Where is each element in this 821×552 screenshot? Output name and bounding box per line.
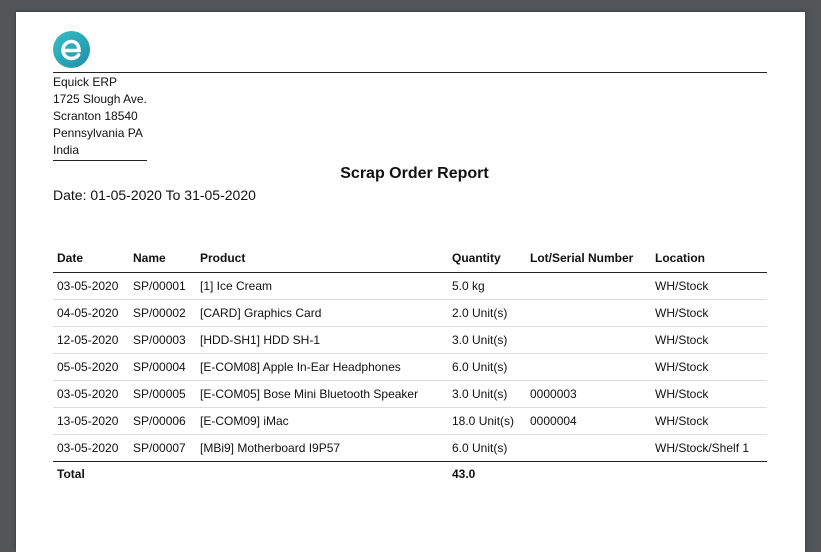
report-title: Scrap Order Report	[340, 165, 489, 182]
cell-name: SP/00002	[129, 299, 196, 327]
cell-quantity: 18.0 Unit(s)	[448, 407, 526, 435]
cell-lot	[526, 353, 651, 381]
cell-empty	[526, 462, 651, 487]
cell-date: 13-05-2020	[53, 407, 129, 435]
cell-location: WH/Stock	[651, 299, 767, 327]
table-row: 12-05-2020 SP/00003 [HDD-SH1] HDD SH-1 3…	[53, 326, 767, 354]
cell-product: [HDD-SH1] HDD SH-1	[196, 326, 448, 354]
cell-empty	[651, 462, 767, 487]
cell-quantity: 2.0 Unit(s)	[448, 299, 526, 327]
column-header-quantity: Quantity	[448, 248, 526, 273]
cell-product: [E-COM08] Apple In-Ear Headphones	[196, 353, 448, 381]
cell-location: WH/Stock/Shelf 1	[651, 434, 767, 462]
cell-date: 03-05-2020	[53, 380, 129, 408]
cell-date: 12-05-2020	[53, 326, 129, 354]
company-logo	[53, 31, 90, 68]
address-line: Scranton 18540	[53, 109, 138, 123]
cell-product: [CARD] Graphics Card	[196, 299, 448, 327]
cell-quantity: 6.0 Unit(s)	[448, 353, 526, 381]
company-name: Equick ERP	[53, 75, 118, 89]
cell-empty	[196, 462, 448, 487]
cell-location: WH/Stock	[651, 272, 767, 300]
column-header-location: Location	[651, 248, 767, 273]
table-row: 04-05-2020 SP/00002 [CARD] Graphics Card…	[53, 299, 767, 327]
table-row: 13-05-2020 SP/00006 [E-COM09] iMac 18.0 …	[53, 407, 767, 435]
company-address: Equick ERP 1725 Slough Ave. Scranton 185…	[53, 74, 147, 161]
address-line: 1725 Slough Ave.	[53, 92, 147, 106]
cell-quantity: 6.0 Unit(s)	[448, 434, 526, 462]
cell-lot	[526, 434, 651, 462]
cell-product: [E-COM09] iMac	[196, 407, 448, 435]
cell-quantity: 3.0 Unit(s)	[448, 380, 526, 408]
cell-lot	[526, 326, 651, 354]
table-row: 03-05-2020 SP/00007 [MBi9] Motherboard I…	[53, 434, 767, 462]
report-title-wrap: Scrap Order Report	[16, 165, 805, 183]
cell-product: [1] Ice Cream	[196, 272, 448, 300]
cell-date: 03-05-2020	[53, 272, 129, 300]
cell-name: SP/00005	[129, 380, 196, 408]
cell-name: SP/00007	[129, 434, 196, 462]
cell-name: SP/00004	[129, 353, 196, 381]
cell-product: [E-COM05] Bose Mini Bluetooth Speaker	[196, 380, 448, 408]
column-header-date: Date	[53, 248, 129, 273]
cell-name: SP/00001	[129, 272, 196, 300]
cell-location: WH/Stock	[651, 353, 767, 381]
e-logo-icon	[61, 39, 81, 61]
table-row: 03-05-2020 SP/00005 [E-COM05] Bose Mini …	[53, 380, 767, 408]
cell-empty	[129, 462, 196, 487]
cell-date: 04-05-2020	[53, 299, 129, 327]
table-row: 03-05-2020 SP/00001 [1] Ice Cream 5.0 kg…	[53, 272, 767, 300]
total-row: Total 43.0	[53, 462, 767, 487]
cell-quantity: 5.0 kg	[448, 272, 526, 300]
column-header-lot: Lot/Serial Number	[526, 248, 651, 273]
total-label: Total	[57, 467, 85, 481]
cell-product: [MBi9] Motherboard I9P57	[196, 434, 448, 462]
cell-lot: 0000004	[526, 407, 651, 435]
scrap-table: Date Name Product Quantity Lot/Serial Nu…	[53, 248, 767, 486]
total-quantity: 43.0	[452, 467, 476, 481]
cell-name: SP/00006	[129, 407, 196, 435]
column-header-product: Product	[196, 248, 448, 273]
table-header-row: Date Name Product Quantity Lot/Serial Nu…	[53, 248, 767, 273]
report-page: Equick ERP 1725 Slough Ave. Scranton 185…	[16, 12, 805, 552]
header-divider	[53, 72, 767, 73]
cell-date: 03-05-2020	[53, 434, 129, 462]
column-header-name: Name	[129, 248, 196, 273]
cell-lot	[526, 272, 651, 300]
cell-lot: 0000003	[526, 380, 651, 408]
cell-location: WH/Stock	[651, 407, 767, 435]
table-row: 05-05-2020 SP/00004 [E-COM08] Apple In-E…	[53, 353, 767, 381]
date-range: Date: 01-05-2020 To 31-05-2020	[53, 187, 256, 203]
cell-quantity: 3.0 Unit(s)	[448, 326, 526, 354]
cell-location: WH/Stock	[651, 326, 767, 354]
cell-name: SP/00003	[129, 326, 196, 354]
address-line: India	[53, 143, 80, 157]
cell-date: 05-05-2020	[53, 353, 129, 381]
cell-location: WH/Stock	[651, 380, 767, 408]
address-line: Pennsylvania PA	[53, 126, 143, 140]
cell-lot	[526, 299, 651, 327]
